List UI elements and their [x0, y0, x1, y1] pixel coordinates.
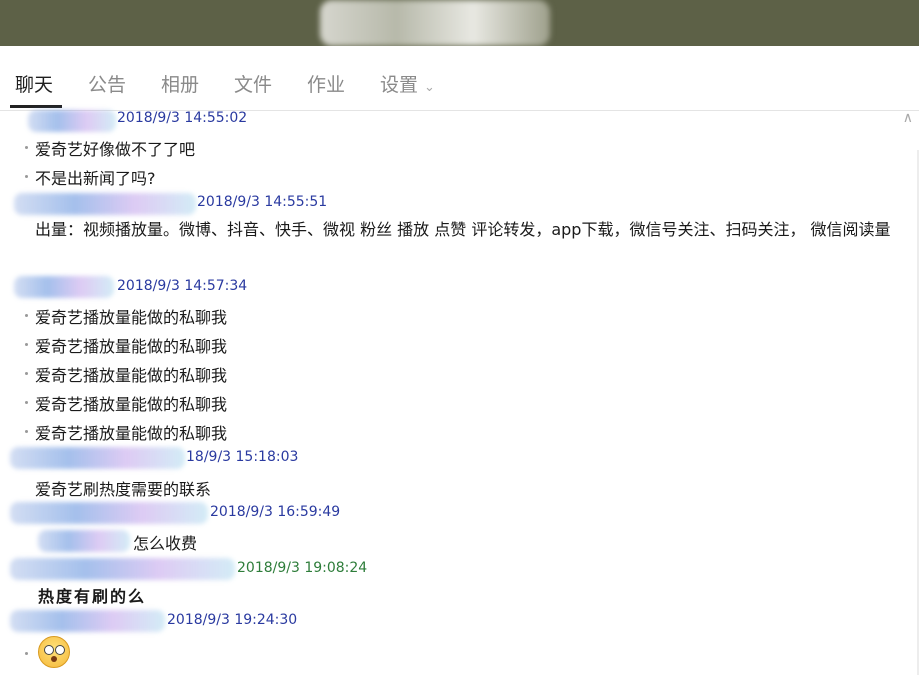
tab-files[interactable]: 文件 [234, 70, 272, 97]
active-tab-indicator [10, 105, 62, 108]
message-text: 热度有刷的么 [38, 587, 147, 606]
blurred-title [320, 0, 550, 46]
bullet [25, 175, 28, 178]
bullet [25, 401, 28, 404]
emoji-mouth [51, 656, 57, 662]
message-timestamp: 2018/9/3 14:55:51 [197, 194, 328, 210]
chevron-up-icon[interactable]: ∧ [903, 110, 913, 126]
message-text: 爱奇艺播放量能做的私聊我 [35, 337, 228, 356]
sender-name-blurred [10, 502, 208, 524]
message-timestamp: 18/9/3 15:18:03 [186, 449, 299, 465]
message-text: 爱奇艺刷热度需要的联系 [35, 480, 212, 499]
message-text: 爱奇艺播放量能做的私聊我 [35, 395, 228, 414]
window-header [0, 0, 919, 46]
message-text: 出量：视频播放量。微博、抖音、快手、微视 粉丝 播放 点赞 评论转发，app下载… [35, 220, 891, 239]
bullet [25, 314, 28, 317]
tab-announcement[interactable]: 公告 [88, 70, 126, 97]
sender-name-blurred [10, 610, 165, 632]
bullet [25, 146, 28, 149]
astonished-emoji-icon [38, 636, 70, 668]
sender-name-blurred [14, 276, 114, 298]
message-text: 爱奇艺播放量能做的私聊我 [35, 366, 228, 385]
message-timestamp: 2018/9/3 14:55:02 [117, 110, 248, 126]
message-timestamp: 2018/9/3 19:24:30 [167, 612, 298, 628]
bullet [25, 372, 28, 375]
message-timestamp: 2018/9/3 16:59:49 [210, 504, 341, 520]
message-text: 爱奇艺好像做不了了吧 [35, 140, 196, 159]
message-text: 怎么收费 [133, 534, 198, 553]
mention-blurred [38, 530, 130, 552]
sender-name-blurred [10, 558, 235, 580]
tab-settings-label: 设置 [380, 74, 419, 96]
bullet [25, 343, 28, 346]
tab-settings[interactable]: 设置 ⌄ [380, 70, 435, 97]
message-text: 爱奇艺播放量能做的私聊我 [35, 308, 228, 327]
tab-chat[interactable]: 聊天 [15, 70, 53, 97]
chevron-down-icon: ⌄ [424, 80, 435, 95]
emoji-eye [55, 645, 65, 655]
tab-homework[interactable]: 作业 [307, 70, 345, 97]
sender-name-blurred [10, 447, 185, 469]
sender-name-blurred [14, 193, 196, 215]
tab-bar: 聊天 公告 相册 文件 作业 设置 ⌄ [0, 46, 919, 111]
message-text: 不是出新闻了吗? [35, 169, 156, 188]
message-timestamp: 2018/9/3 19:08:24 [237, 560, 368, 576]
emoji-eye [44, 645, 54, 655]
bullet [25, 652, 28, 655]
bullet [25, 430, 28, 433]
sender-name-blurred [28, 110, 116, 132]
message-text: 爱奇艺播放量能做的私聊我 [35, 424, 228, 443]
tab-album[interactable]: 相册 [161, 70, 199, 97]
message-timestamp: 2018/9/3 14:57:34 [117, 278, 248, 294]
